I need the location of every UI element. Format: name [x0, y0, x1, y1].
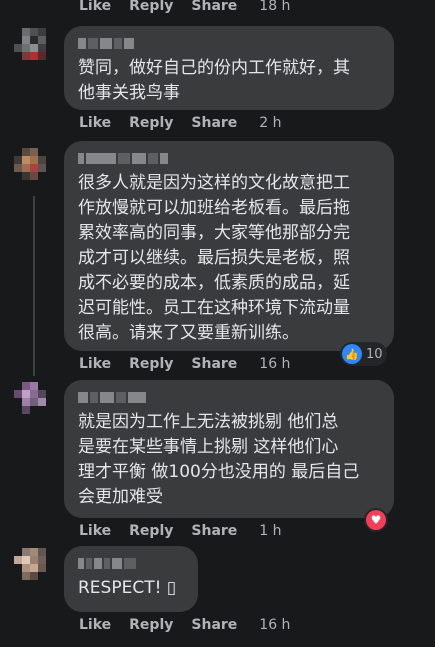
comment-bubble: 赞同，做好自己的份内工作就好，其 他事关我鸟事	[64, 26, 394, 110]
like-link[interactable]: Like	[79, 617, 111, 633]
avatar[interactable]	[14, 28, 54, 68]
share-link[interactable]: Share	[191, 115, 237, 131]
like-link[interactable]: Like	[79, 115, 111, 131]
reaction-count: 10	[366, 346, 383, 362]
love-reaction-icon: ♥	[366, 510, 386, 530]
comment-bubble: 很多人就是因为这样的文化故意把工 作放慢就可以加班给老板看。最后拖 累效率高的同…	[64, 141, 394, 351]
comment-timestamp[interactable]: 16 h	[259, 356, 290, 372]
like-link[interactable]: Like	[79, 523, 111, 539]
avatar[interactable]	[14, 548, 54, 588]
comment-actions: Like Reply Share 16 h	[79, 356, 308, 372]
reply-link[interactable]: Reply	[129, 356, 173, 372]
reply-link[interactable]: Reply	[129, 0, 173, 14]
like-reaction-icon: 👍	[342, 344, 362, 364]
comment-bubble: 就是因为工作上无法被挑剔 他们总 是要在某些事情上挑剔 这样他们心 理才平衡 做…	[64, 380, 394, 518]
reply-link[interactable]: Reply	[129, 115, 173, 131]
comment-bubble: RESPECT! ▯	[64, 546, 198, 612]
comment-timestamp[interactable]: 18 h	[259, 0, 290, 14]
share-link[interactable]: Share	[191, 0, 237, 14]
comment-actions: Like Reply Share 2 h	[79, 115, 300, 131]
thread-line	[33, 196, 35, 376]
reply-link[interactable]: Reply	[129, 523, 173, 539]
comment-text: 很多人就是因为这样的文化故意把工 作放慢就可以加班给老板看。最后拖 累效率高的同…	[78, 173, 350, 343]
avatar[interactable]	[14, 382, 54, 422]
comment-text: 赞同，做好自己的份内工作就好，其 他事关我鸟事	[78, 58, 350, 103]
like-link[interactable]: Like	[79, 0, 111, 14]
comment-text: RESPECT! ▯	[78, 578, 177, 598]
comment-actions: Like Reply Share 1 h	[79, 523, 300, 539]
author-name[interactable]	[78, 34, 380, 52]
like-link[interactable]: Like	[79, 356, 111, 372]
author-name[interactable]	[78, 149, 380, 167]
avatar[interactable]	[14, 148, 54, 188]
reaction-summary[interactable]: ♥	[364, 508, 388, 532]
share-link[interactable]: Share	[191, 617, 237, 633]
comment-actions: Like Reply Share 16 h	[79, 617, 308, 633]
author-name[interactable]	[78, 554, 184, 572]
author-name[interactable]	[78, 388, 380, 406]
share-link[interactable]: Share	[191, 356, 237, 372]
reply-link[interactable]: Reply	[129, 617, 173, 633]
comment-timestamp[interactable]: 1 h	[259, 523, 281, 539]
comment-text: 就是因为工作上无法被挑剔 他们总 是要在某些事情上挑剔 这样他们心 理才平衡 做…	[78, 412, 360, 507]
comment-timestamp[interactable]: 2 h	[259, 115, 281, 131]
reaction-summary[interactable]: 👍 10	[340, 342, 387, 366]
comment-timestamp[interactable]: 16 h	[259, 617, 290, 633]
share-link[interactable]: Share	[191, 523, 237, 539]
comment-actions: Like Reply Share 18 h	[79, 0, 308, 14]
